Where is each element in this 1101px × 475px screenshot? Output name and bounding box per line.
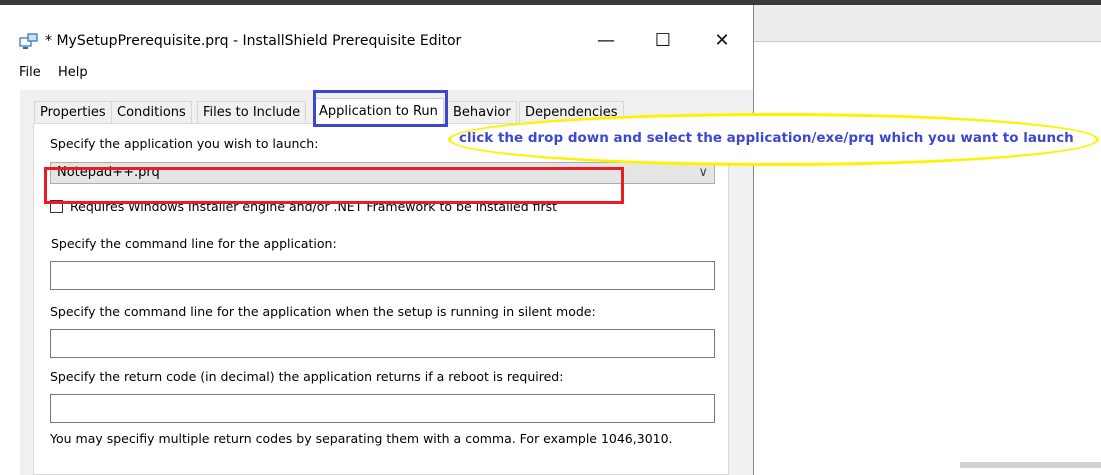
window-title: * MySetupPrerequisite.prq - InstallShiel… bbox=[45, 33, 462, 49]
active-tab-highlight bbox=[313, 90, 448, 127]
return-code-label: Specify the return code (in decimal) the… bbox=[50, 369, 564, 384]
tab-properties[interactable]: Properties bbox=[34, 101, 112, 123]
cmdline-label: Specify the command line for the applica… bbox=[51, 236, 337, 251]
menu-help[interactable]: Help bbox=[58, 64, 88, 82]
return-code-hint: You may specifiy multiple return codes b… bbox=[50, 431, 673, 446]
chevron-down-icon[interactable]: ∨ bbox=[698, 163, 708, 183]
prerequisite-editor-window: * MySetupPrerequisite.prq - InstallShiel… bbox=[0, 5, 754, 475]
background-window-bottom bbox=[960, 462, 1101, 468]
launch-label: Specify the application you wish to laun… bbox=[50, 136, 319, 151]
silent-cmdline-label: Specify the command line for the applica… bbox=[50, 304, 596, 319]
app-icon bbox=[19, 33, 38, 49]
tab-files-to-include[interactable]: Files to Include bbox=[197, 101, 307, 123]
silent-cmdline-input[interactable] bbox=[50, 329, 715, 358]
tab-behavior[interactable]: Behavior bbox=[447, 101, 517, 123]
dropdown-highlight bbox=[44, 167, 624, 204]
maximize-button[interactable]: ☐ bbox=[640, 24, 686, 56]
minimize-button[interactable]: — bbox=[583, 24, 629, 56]
annotation-callout: click the drop down and select the appli… bbox=[448, 113, 1099, 166]
close-button[interactable]: ✕ bbox=[699, 24, 745, 56]
return-code-input[interactable] bbox=[50, 394, 715, 423]
cmdline-input[interactable] bbox=[50, 261, 715, 290]
tab-conditions[interactable]: Conditions bbox=[111, 101, 192, 123]
title-bar[interactable]: * MySetupPrerequisite.prq - InstallShiel… bbox=[0, 5, 753, 51]
background-window-strip bbox=[754, 5, 1101, 42]
menu-file[interactable]: File bbox=[19, 64, 41, 82]
annotation-text: click the drop down and select the appli… bbox=[459, 130, 1074, 146]
